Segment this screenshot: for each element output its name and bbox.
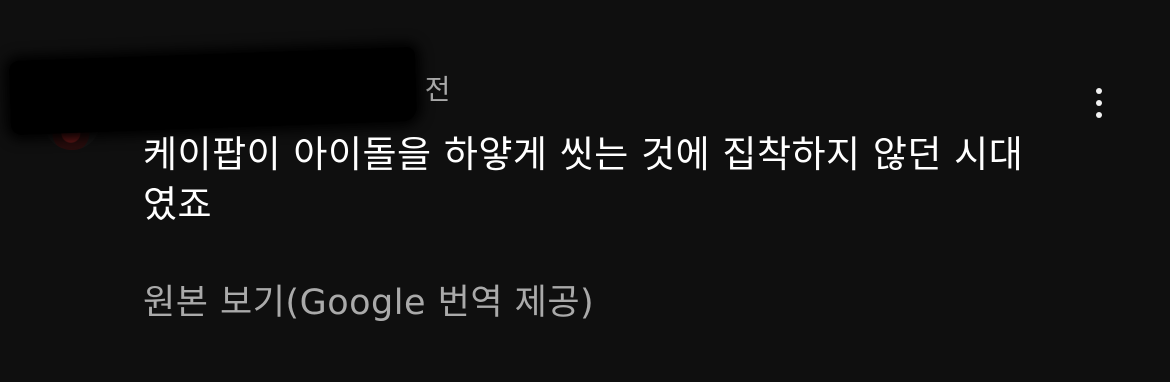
comment-text: 케이팝이 아이돌을 하얗게 씻는 것에 집착하지 않던 시대 였죠 — [143, 130, 1098, 230]
comment-text-line: 케이팝이 아이돌을 하얗게 씻는 것에 집착하지 않던 시대 — [143, 133, 1024, 176]
comment-thread-item: 주 전 케이팝이 아이돌을 하얗게 씻는 것에 집착하지 않던 시대 였죠 원본… — [0, 0, 1170, 382]
show-original-link[interactable]: 원본 보기(Google 번역 제공) — [143, 278, 594, 328]
redaction-mark — [8, 46, 418, 136]
more-vertical-icon-dot-middle — [1096, 100, 1102, 106]
more-vertical-icon — [1096, 88, 1102, 94]
more-options-button[interactable] — [1082, 82, 1116, 124]
comment-text-line: 였죠 — [143, 183, 213, 226]
more-vertical-icon-dot-bottom — [1096, 112, 1102, 118]
